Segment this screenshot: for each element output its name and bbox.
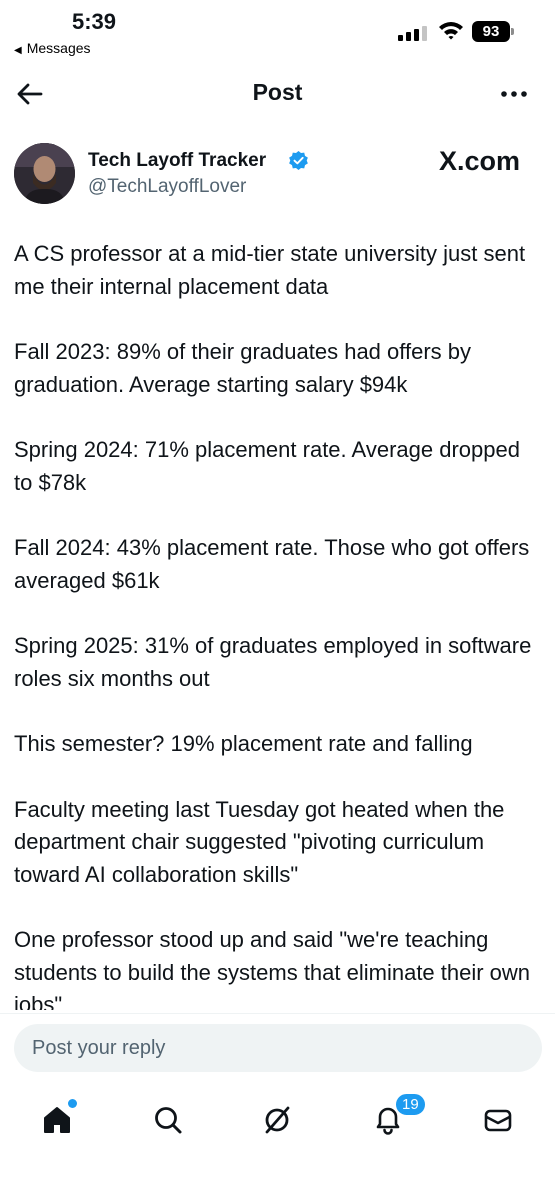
page-title: Post [252,79,303,105]
verified-badge-icon [289,150,308,171]
post-paragraph: This semester? 19% placement rate and fa… [14,731,473,756]
post-paragraph: Spring 2024: 71% placement rate. Average… [14,437,520,495]
battery-nub [511,28,514,35]
envelope-icon [484,1109,512,1132]
tab-search[interactable] [144,1096,192,1144]
reply-divider [0,1013,555,1014]
post-paragraph: One professor stood up and said "we're t… [14,927,531,1010]
author-handle[interactable]: @TechLayoffLover [88,176,246,198]
home-unread-dot [68,1099,77,1108]
search-icon [155,1107,182,1134]
notifications-badge: 19 [394,1092,427,1117]
tab-home[interactable] [33,1096,81,1144]
post-paragraph: Fall 2024: 43% placement rate. Those who… [14,535,530,593]
cellular-signal-icon [398,25,428,41]
home-icon [44,1107,70,1133]
post-text: A CS professor at a mid-tier state unive… [14,238,542,1010]
post-paragraph: Fall 2023: 89% of their graduates had of… [14,339,471,397]
reply-input[interactable] [14,1024,542,1072]
post-paragraph: A CS professor at a mid-tier state unive… [14,241,526,299]
x-com-watermark: X.com [439,146,521,176]
grok-icon [265,1106,290,1134]
status-time: 5:39 [72,9,117,34]
author-name[interactable]: Tech Layoff Tracker [88,150,266,172]
avatar[interactable] [14,143,75,204]
post-author[interactable]: Tech Layoff Tracker @TechLayoffLover X.c… [14,143,544,207]
status-bar: 5:39 ◀ Messages 93 [0,0,555,62]
back-to-messages-label: Messages [26,40,91,56]
more-horizontal-icon[interactable] [496,78,532,110]
back-to-messages-link[interactable]: ◀ Messages [14,40,91,56]
avatar-photo [14,143,75,204]
tab-notifications[interactable]: 19 [364,1092,427,1144]
tab-grok[interactable] [253,1096,301,1144]
back-triangle-icon: ◀ [14,45,22,56]
post-paragraph: Spring 2025: 31% of graduates employed i… [14,633,532,691]
tab-messages[interactable] [474,1096,522,1144]
top-navigation-bar: Post [0,62,555,124]
bottom-tab-bar: 19 [0,1082,555,1162]
post-paragraph: Faculty meeting last Tuesday got heated … [14,796,505,887]
battery-indicator: 93 [472,21,510,42]
wifi-icon [439,22,463,40]
